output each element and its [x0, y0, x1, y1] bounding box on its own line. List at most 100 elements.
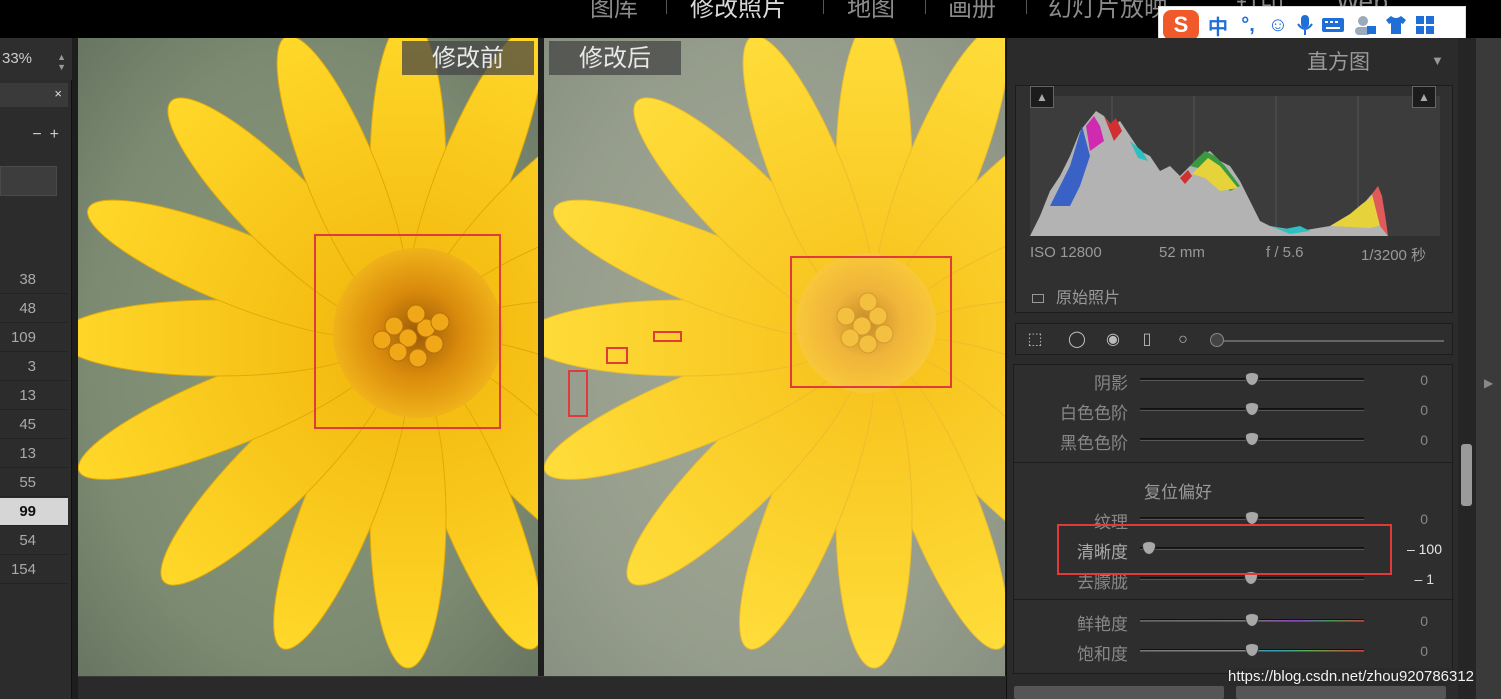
before-photo[interactable]: 修改前 — [78, 38, 538, 676]
clip-highlight-toggle[interactable]: ▲ — [1412, 86, 1436, 108]
slider-value[interactable]: 0 — [1420, 511, 1428, 527]
slider-thumb[interactable] — [1245, 511, 1259, 525]
after-photo[interactable]: 修改后 — [544, 38, 1005, 676]
list-item[interactable]: 54 — [0, 527, 68, 555]
grid-icon[interactable] — [1415, 15, 1435, 35]
user-icon[interactable] — [1353, 14, 1377, 36]
ime-punct-toggle[interactable]: °, — [1237, 14, 1259, 37]
close-icon[interactable]: × — [54, 86, 62, 101]
checkbox-icon[interactable] — [1032, 294, 1044, 304]
list-item[interactable]: 38 — [0, 266, 68, 294]
crop-icon[interactable]: ⬚ — [1024, 329, 1046, 351]
ime-mode-toggle[interactable]: 中 — [1207, 11, 1229, 40]
highlight-box — [568, 370, 588, 417]
basic-panel: 阴影 0 白色色阶 0 黑色色阶 0 复位偏好 纹理 0 清晰度 – 100 去… — [1013, 364, 1454, 674]
presence-section-title[interactable]: 复位偏好 — [1144, 478, 1212, 503]
highlight-box — [1057, 524, 1392, 575]
slider-value[interactable]: – 1 — [1415, 571, 1434, 587]
slider-label: 鲜艳度 — [1077, 615, 1128, 635]
list-item[interactable]: 45 — [0, 411, 68, 439]
expand-arrow-icon[interactable]: ▶ — [1484, 376, 1493, 390]
slider-thumb[interactable] — [1245, 402, 1259, 416]
remove-preset-button[interactable]: − — [32, 126, 49, 143]
list-item[interactable]: 48 — [0, 295, 68, 323]
module-separator — [925, 0, 926, 14]
exif-focal-length: 52 mm — [1159, 244, 1205, 261]
preset-bar[interactable]: × — [0, 83, 68, 107]
module-library[interactable]: 图库 — [590, 0, 638, 23]
keyboard-icon[interactable] — [1321, 16, 1345, 34]
slider-thumb[interactable] — [1245, 643, 1259, 657]
highlight-box — [606, 347, 628, 364]
mic-icon[interactable] — [1297, 14, 1313, 36]
preset-filter-input[interactable] — [0, 166, 57, 196]
previous-button[interactable] — [1014, 686, 1224, 699]
module-separator — [1026, 0, 1027, 14]
slider-value[interactable]: 0 — [1420, 402, 1428, 418]
divider — [1014, 462, 1454, 463]
module-develop[interactable]: 修改照片 — [690, 0, 786, 23]
slider-label: 黑色色阶 — [1060, 434, 1128, 454]
highlight-box — [790, 256, 952, 388]
clip-shadow-toggle[interactable]: ▲ — [1030, 86, 1054, 108]
histogram-panel: ▲ ▲ ISO 12800 52 mm f / 5.6 1/3200 秒 原始照… — [1015, 85, 1453, 313]
original-photo-label: 原始照片 — [1056, 290, 1121, 307]
smile-icon[interactable]: ☺ — [1267, 14, 1289, 37]
radial-filter-icon[interactable]: ○ — [1172, 329, 1194, 351]
slider-saturation[interactable]: 饱和度 0 — [1014, 637, 1454, 667]
slider-blacks[interactable]: 黑色色阶 0 — [1014, 426, 1454, 456]
list-item[interactable]: 109 — [0, 324, 68, 352]
list-item-selected[interactable]: 99 — [0, 498, 68, 526]
exif-aperture: f / 5.6 — [1266, 244, 1304, 261]
right-panel: 直方图 ▼ ▲ ▲ ISO 12800 52 mm f / 5.6 1/3200… — [1006, 38, 1476, 699]
panel-collapse-strip[interactable]: ▶ — [1476, 38, 1501, 699]
slider-thumb[interactable] — [1245, 432, 1259, 446]
stepper-arrows-icon: ▲ ▼ — [57, 52, 66, 72]
add-preset-button[interactable]: + — [50, 126, 67, 143]
highlight-box — [653, 331, 682, 342]
slider-value[interactable]: 0 — [1420, 372, 1428, 388]
left-panel: 33% ▲ ▼ × −+ 38 48 109 3 13 45 13 55 99 54… — [0, 38, 72, 699]
after-label: 修改后 — [549, 41, 681, 75]
slider-thumb[interactable] — [1245, 372, 1259, 386]
zoom-value: 33% — [2, 50, 33, 67]
scrollbar-thumb[interactable] — [1461, 444, 1472, 506]
list-item[interactable]: 3 — [0, 353, 68, 381]
list-item[interactable]: 154 — [0, 556, 68, 584]
divider — [1014, 599, 1454, 600]
spot-removal-icon[interactable]: ◯ — [1066, 329, 1088, 351]
slider-vibrance[interactable]: 鲜艳度 0 — [1014, 607, 1454, 637]
exif-shutter: 1/3200 秒 — [1361, 247, 1427, 264]
module-book[interactable]: 画册 — [948, 0, 996, 23]
collapse-triangle-icon[interactable]: ▼ — [1431, 53, 1444, 68]
module-map[interactable]: 地图 — [847, 0, 895, 23]
slider-value[interactable]: 0 — [1420, 643, 1428, 659]
sogou-logo-icon[interactable]: S — [1163, 10, 1199, 40]
reset-button[interactable] — [1236, 686, 1446, 699]
right-panel-scrollbar[interactable] — [1458, 38, 1476, 699]
red-eye-icon[interactable]: ◉ — [1102, 329, 1124, 351]
module-slideshow[interactable]: 幻灯片放映 — [1048, 0, 1168, 23]
list-item[interactable]: 13 — [0, 440, 68, 468]
histogram-chart[interactable] — [1030, 96, 1440, 236]
slider-whites[interactable]: 白色色阶 0 — [1014, 396, 1454, 426]
brush-slider-knob[interactable] — [1210, 333, 1224, 347]
brush-slider-track[interactable] — [1212, 340, 1444, 342]
original-photo-checkbox[interactable]: 原始照片 — [1032, 284, 1120, 308]
shirt-icon[interactable] — [1385, 15, 1407, 35]
module-separator — [823, 0, 824, 14]
graduated-filter-icon[interactable]: ▯ — [1136, 329, 1158, 351]
module-separator — [666, 0, 667, 14]
slider-value[interactable]: 0 — [1420, 432, 1428, 448]
slider-shadows[interactable]: 阴影 0 — [1014, 366, 1454, 396]
slider-label: 饱和度 — [1077, 645, 1128, 665]
list-item[interactable]: 55 — [0, 469, 68, 497]
lightroom-develop-window: 图库 修改照片 地图 画册 幻灯片放映 打印 Web S 中 °, ☺ 33%▲… — [0, 0, 1501, 699]
list-item[interactable]: 13 — [0, 382, 68, 410]
slider-value[interactable]: – 100 — [1407, 541, 1442, 557]
zoom-select[interactable]: 33% ▲ ▼ — [0, 38, 72, 80]
before-label: 修改前 — [402, 41, 534, 75]
highlight-box — [314, 234, 501, 429]
slider-value[interactable]: 0 — [1420, 613, 1428, 629]
slider-thumb[interactable] — [1245, 613, 1259, 627]
